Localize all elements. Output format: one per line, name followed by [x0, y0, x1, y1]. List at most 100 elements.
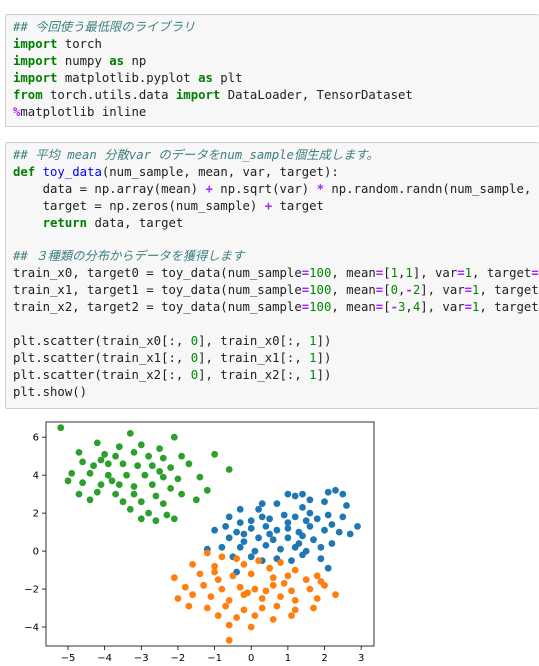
y-axis-ticks: −4 −2 0 2 4 6	[24, 433, 46, 634]
code-token: [	[383, 266, 391, 281]
code-token: import	[13, 53, 58, 68]
scatter-point-series-0	[328, 540, 336, 547]
code-editor-toy-data[interactable]: ## 平均 mean 分散var のデータをnum_sample個生成します。 d…	[6, 143, 539, 401]
scatter-point-series-1	[251, 585, 259, 593]
scatter-point-series-1	[218, 585, 226, 593]
scatter-point-series-0	[225, 513, 233, 521]
scatter-point-series-1	[225, 636, 233, 644]
scatter-point-series-2	[159, 473, 167, 481]
code-line: ## 平均 mean 分散var のデータをnum_sample個生成します。	[13, 147, 539, 164]
scatter-point-series-1	[291, 597, 299, 604]
scatter-point-series-2	[159, 454, 167, 462]
code-cell-imports[interactable]: ## 今回使う最低限のライブラリ import torch import numpy…	[5, 14, 539, 127]
scatter-point-series-2	[75, 490, 83, 498]
scatter-point-series-2	[170, 515, 178, 523]
scatter-point-series-2	[211, 450, 219, 458]
scatter-point-series-2	[130, 490, 138, 498]
scatter-point-series-2	[119, 498, 127, 506]
scatter-point-series-2	[145, 452, 153, 460]
scatter-point-series-0	[299, 490, 306, 498]
scatter-point-series-1	[258, 604, 266, 612]
scatter-point-series-0	[324, 511, 332, 519]
code-token: torch.utils.data	[42, 87, 176, 102]
code-editor-imports[interactable]: ## 今回使う最低限のライブラリ import torch import numpy…	[6, 15, 539, 120]
code-token: target = np.zeros(num_sample)	[13, 198, 265, 213]
code-token: import	[13, 36, 58, 51]
scatter-point-series-0	[273, 500, 281, 507]
x-tick-label: 2	[321, 653, 327, 664]
scatter-point-series-0	[236, 543, 244, 551]
code-token: train_x2, target2 = toy_data(num_sample	[13, 300, 302, 315]
scatter-point-series-0	[291, 513, 299, 521]
code-token: 1	[309, 367, 317, 382]
scatter-point-series-0	[269, 536, 277, 544]
code-token: 0	[390, 283, 398, 298]
code-cell-toy-data[interactable]: ## 平均 mean 分散var のデータをnum_sample個生成します。 d…	[5, 142, 539, 409]
scatter-point-series-1	[280, 580, 288, 587]
scatter-point-series-2	[159, 500, 167, 507]
y-tick-label: 0	[33, 547, 39, 558]
scatter-point-series-0	[258, 513, 266, 521]
scatter-point-series-2	[115, 443, 123, 451]
scatter-point-series-2	[104, 471, 112, 479]
scatter-point-series-1	[269, 581, 277, 589]
code-line: import matplotlib.pyplot as plt	[13, 70, 539, 87]
scatter-point-series-0	[317, 543, 325, 551]
scatter-point-series-1	[170, 574, 178, 582]
scatter-point-series-0	[288, 557, 295, 564]
scatter-point-series-2	[93, 488, 101, 496]
scatter-point-series-2	[137, 441, 145, 449]
scatter-point-series-2	[156, 445, 164, 452]
scatter-point-series-1	[207, 593, 215, 600]
code-token: 0	[190, 350, 199, 365]
code-token: , target	[479, 283, 539, 298]
scatter-point-series-2	[152, 492, 160, 500]
scatter-point-series-1	[291, 566, 299, 574]
scatter-point-series-2	[119, 460, 127, 468]
code-line: plt.scatter(train_x1[:, 0], train_x1[:, …	[13, 350, 539, 367]
scatter-point-series-1	[181, 583, 189, 591]
code-token: np.random.randn(num_sample,	[323, 181, 539, 196]
scatter-point-series-0	[335, 528, 343, 536]
code-token: plt.scatter(train_x1[:,	[13, 350, 191, 365]
x-tick-label: 0	[248, 653, 254, 664]
scatter-point-series-1	[284, 572, 292, 580]
scatter-point-series-0	[273, 526, 281, 534]
x-tick-label: 1	[285, 653, 291, 664]
code-token: DataLoader, TensorDataset	[220, 87, 413, 102]
code-token: , mean	[331, 283, 376, 298]
code-token: plt	[212, 70, 243, 85]
scatter-point-series-1	[306, 585, 314, 593]
scatter-point-series-2	[75, 449, 83, 456]
scatter-point-series-1	[189, 561, 197, 568]
scatter-point-series-2	[112, 452, 119, 460]
scatter-point-series-2	[108, 477, 116, 485]
scatter-point-series-1	[214, 612, 222, 619]
scatter-point-series-0	[284, 534, 292, 542]
scatter-point-series-0	[247, 517, 255, 525]
scatter-point-series-1	[225, 621, 233, 629]
scatter-point-series-1	[189, 591, 197, 599]
code-token: ## ３種類の分布からデータを獲得します	[13, 249, 245, 264]
scatter-point-series-1	[225, 597, 233, 604]
scatter-point-series-2	[93, 439, 101, 447]
code-token: =	[464, 283, 473, 298]
scatter-point-series-0	[299, 551, 306, 559]
code-line: %matplotlib inline	[13, 104, 539, 121]
scatter-point-series-2	[148, 462, 156, 470]
scatter-point-series-1	[266, 564, 273, 572]
code-token: 1	[464, 266, 473, 281]
scatter-point-series-2	[79, 479, 86, 487]
x-axis-ticks: −5 −4 −3 −2 −1 0 1 2 3	[61, 646, 364, 664]
scatter-point-series-0	[332, 486, 339, 494]
scatter-point-series-1	[277, 593, 284, 600]
scatter-point-series-1	[291, 606, 299, 614]
scatter-point-series-1	[313, 595, 321, 602]
scatter-point-series-2	[130, 483, 138, 490]
scatter-point-series-0	[218, 543, 226, 551]
code-token: import	[13, 70, 58, 85]
code-token: train_x0, target0 = toy_data(num_sample	[13, 266, 302, 281]
